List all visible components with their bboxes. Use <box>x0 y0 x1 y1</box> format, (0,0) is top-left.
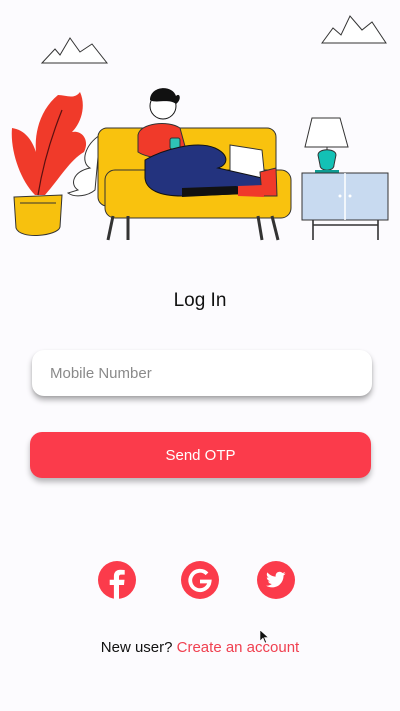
create-account-link[interactable]: Create an account <box>177 639 300 656</box>
cloud-left-icon <box>40 37 109 64</box>
mouse-cursor-icon <box>260 630 270 644</box>
facebook-icon[interactable] <box>98 561 136 599</box>
mobile-number-input[interactable] <box>32 350 372 396</box>
new-user-label: New user? <box>100 639 173 656</box>
hero-illustration <box>11 15 389 241</box>
lamp-cabinet <box>301 117 389 240</box>
google-icon[interactable] <box>181 561 219 599</box>
send-otp-button[interactable]: Send OTP <box>30 432 371 478</box>
signup-prompt: New user? Create an account <box>0 639 400 656</box>
twitter-icon[interactable] <box>257 561 295 599</box>
mobile-number-field-container <box>32 350 372 396</box>
potted-plant <box>11 92 101 236</box>
page-title: Log In <box>173 290 227 311</box>
cloud-right-icon <box>321 15 387 44</box>
